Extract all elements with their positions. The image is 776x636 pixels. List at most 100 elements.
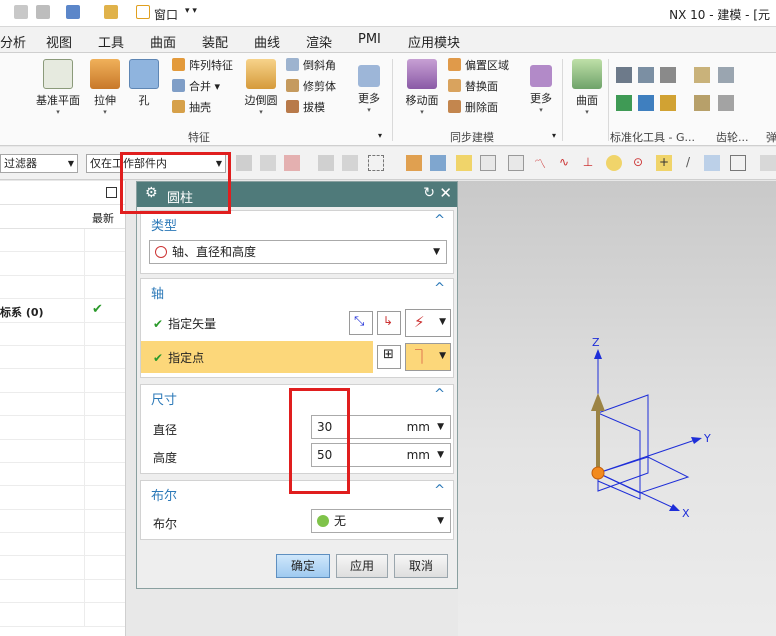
edge-blend-button[interactable]: 边倒圆 ▾: [242, 59, 280, 116]
specify-vector-label[interactable]: ✔ 指定矢量: [153, 315, 216, 332]
offset-region-button[interactable]: 偏置区域: [448, 57, 509, 75]
intersection-icon[interactable]: ∿: [556, 155, 572, 171]
datum-plane-button[interactable]: 基准平面 ▾: [34, 59, 82, 116]
navigator-row[interactable]: [0, 556, 125, 580]
navigator-row[interactable]: [0, 392, 125, 417]
tab-assembly[interactable]: 装配: [202, 32, 228, 51]
apply-button[interactable]: 应用: [336, 554, 388, 578]
quadrant-icon[interactable]: ⊙: [630, 155, 646, 171]
window-menu[interactable]: 窗口: [154, 6, 178, 23]
trim-body-button[interactable]: 修剪体: [286, 78, 336, 96]
sync-group-arrow-icon[interactable]: ▾: [552, 131, 556, 140]
paste-icon[interactable]: [36, 5, 50, 19]
tab-pmi[interactable]: PMI: [358, 32, 381, 47]
tab-view[interactable]: 视图: [46, 32, 72, 51]
point-on-curve-icon[interactable]: /: [680, 155, 696, 171]
copy-icon[interactable]: [14, 5, 28, 19]
point-dialog-button[interactable]: ⊞: [377, 345, 401, 369]
reverse-direction-button[interactable]: ⤡: [349, 311, 373, 335]
graphics-viewport[interactable]: Z Y X: [458, 181, 776, 636]
existing-point-icon[interactable]: +: [656, 155, 672, 171]
collapse-icon[interactable]: ^: [434, 483, 445, 498]
vector-type-select[interactable]: ⚡ ▼: [405, 309, 451, 337]
cancel-button[interactable]: 取消: [394, 554, 448, 578]
replace-face-button[interactable]: 替换面: [448, 78, 498, 96]
boolean-select[interactable]: 无 ▼: [311, 509, 451, 533]
diameter-input[interactable]: 30 mm ▼: [311, 415, 451, 439]
vector-dialog-button[interactable]: ↳: [377, 311, 401, 335]
tab-curve[interactable]: 曲线: [254, 32, 280, 51]
move-face-button[interactable]: 移动面 ▾: [402, 59, 442, 116]
column-newest[interactable]: 最新: [92, 210, 114, 226]
hole-button[interactable]: 孔: [128, 59, 160, 108]
unite-button[interactable]: 合并 ▾: [172, 78, 220, 96]
axis-section-header[interactable]: 轴 ^: [141, 279, 453, 303]
navigator-row-coordinate-system[interactable]: 标系 (0) ✔: [0, 299, 125, 323]
solid-icon[interactable]: [430, 155, 446, 171]
std-tool-icon-5[interactable]: [638, 95, 654, 111]
boolean-section-header[interactable]: 布尔 ^: [141, 481, 453, 505]
box-select-icon[interactable]: [368, 155, 384, 171]
delete-face-button[interactable]: 删除面: [448, 99, 498, 117]
dimensions-section-header[interactable]: 尺寸 ^: [141, 385, 453, 409]
snap-icon-4[interactable]: [318, 155, 334, 171]
std-tool-icon-1[interactable]: [616, 67, 632, 83]
tab-tools[interactable]: 工具: [98, 32, 124, 51]
close-icon[interactable]: ✕: [439, 184, 452, 202]
point-on-face-icon[interactable]: [704, 155, 720, 171]
snap-point-icon[interactable]: [456, 155, 472, 171]
collapse-icon[interactable]: ^: [434, 387, 445, 402]
std-tool-icon-6[interactable]: [660, 95, 676, 111]
dialog-title-bar[interactable]: ⚙ 圆柱 ↻ ✕: [137, 182, 457, 207]
snap-icon-1[interactable]: [236, 155, 252, 171]
arc-center-icon[interactable]: [606, 155, 622, 171]
navigator-row[interactable]: [0, 229, 125, 253]
type-section-header[interactable]: 类型 ^: [141, 211, 453, 235]
window-menu-arrow-icon[interactable]: ▾ ▾: [185, 6, 197, 16]
vector-arrow-icon[interactable]: [591, 393, 605, 411]
shell-button[interactable]: 抽壳: [172, 99, 211, 117]
dropdown-arrow-icon[interactable]: ▼: [437, 444, 444, 466]
type-filter-combo[interactable]: 过滤器 ▼: [0, 154, 78, 173]
snap-icon-3[interactable]: [284, 155, 300, 171]
ok-button[interactable]: 确定: [276, 554, 330, 578]
tab-surface[interactable]: 曲面: [150, 32, 176, 51]
tab-applications[interactable]: 应用模块: [408, 32, 460, 51]
database-icon[interactable]: [66, 5, 80, 19]
navigator-row[interactable]: [0, 462, 125, 487]
navigator-row[interactable]: [0, 486, 125, 510]
chamfer-button[interactable]: 倒斜角: [286, 57, 336, 75]
navigator-row[interactable]: [0, 603, 125, 627]
navigator-row[interactable]: [0, 439, 125, 463]
collapse-icon[interactable]: ^: [434, 213, 445, 228]
std-tool-icon-3[interactable]: [660, 67, 676, 83]
navigator-row[interactable]: [0, 579, 125, 604]
navigator-row[interactable]: [0, 416, 125, 440]
gear-icon[interactable]: ⚙: [145, 185, 158, 201]
maximize-icon[interactable]: [106, 187, 117, 198]
sync-more-button[interactable]: 更多 ▾: [524, 59, 558, 114]
selection-scope-combo[interactable]: 仅在工作部件内 ▼: [86, 154, 226, 173]
gear-tool-icon-1[interactable]: [694, 67, 710, 83]
mid-point-icon[interactable]: [508, 155, 524, 171]
navigator-row[interactable]: [0, 533, 125, 557]
window-icon[interactable]: [136, 5, 150, 19]
cube-icon[interactable]: [406, 155, 422, 171]
grid-icon[interactable]: [730, 155, 746, 171]
navigator-row[interactable]: [0, 509, 125, 534]
feature-group-arrow-icon[interactable]: ▾: [378, 131, 382, 140]
gear-tool-icon-4[interactable]: [718, 95, 734, 111]
feature-more-button[interactable]: 更多 ▾: [352, 59, 386, 114]
surface-button[interactable]: 曲面 ▾: [568, 59, 606, 116]
reset-icon[interactable]: ↻: [423, 185, 435, 201]
extrude-button[interactable]: 拉伸 ▾: [88, 59, 122, 116]
snap-icon-2[interactable]: [260, 155, 276, 171]
pattern-feature-button[interactable]: 阵列特征: [172, 57, 233, 75]
paint-icon[interactable]: [104, 5, 118, 19]
type-select[interactable]: 轴、直径和高度 ▼: [149, 240, 447, 264]
control-point-icon[interactable]: 〽: [532, 155, 548, 171]
height-input[interactable]: 50 mm ▼: [311, 443, 451, 467]
collapse-icon[interactable]: ^: [434, 281, 445, 296]
more-snap-icon[interactable]: [760, 155, 776, 171]
specify-point-row[interactable]: ✔ 指定点: [141, 341, 373, 373]
